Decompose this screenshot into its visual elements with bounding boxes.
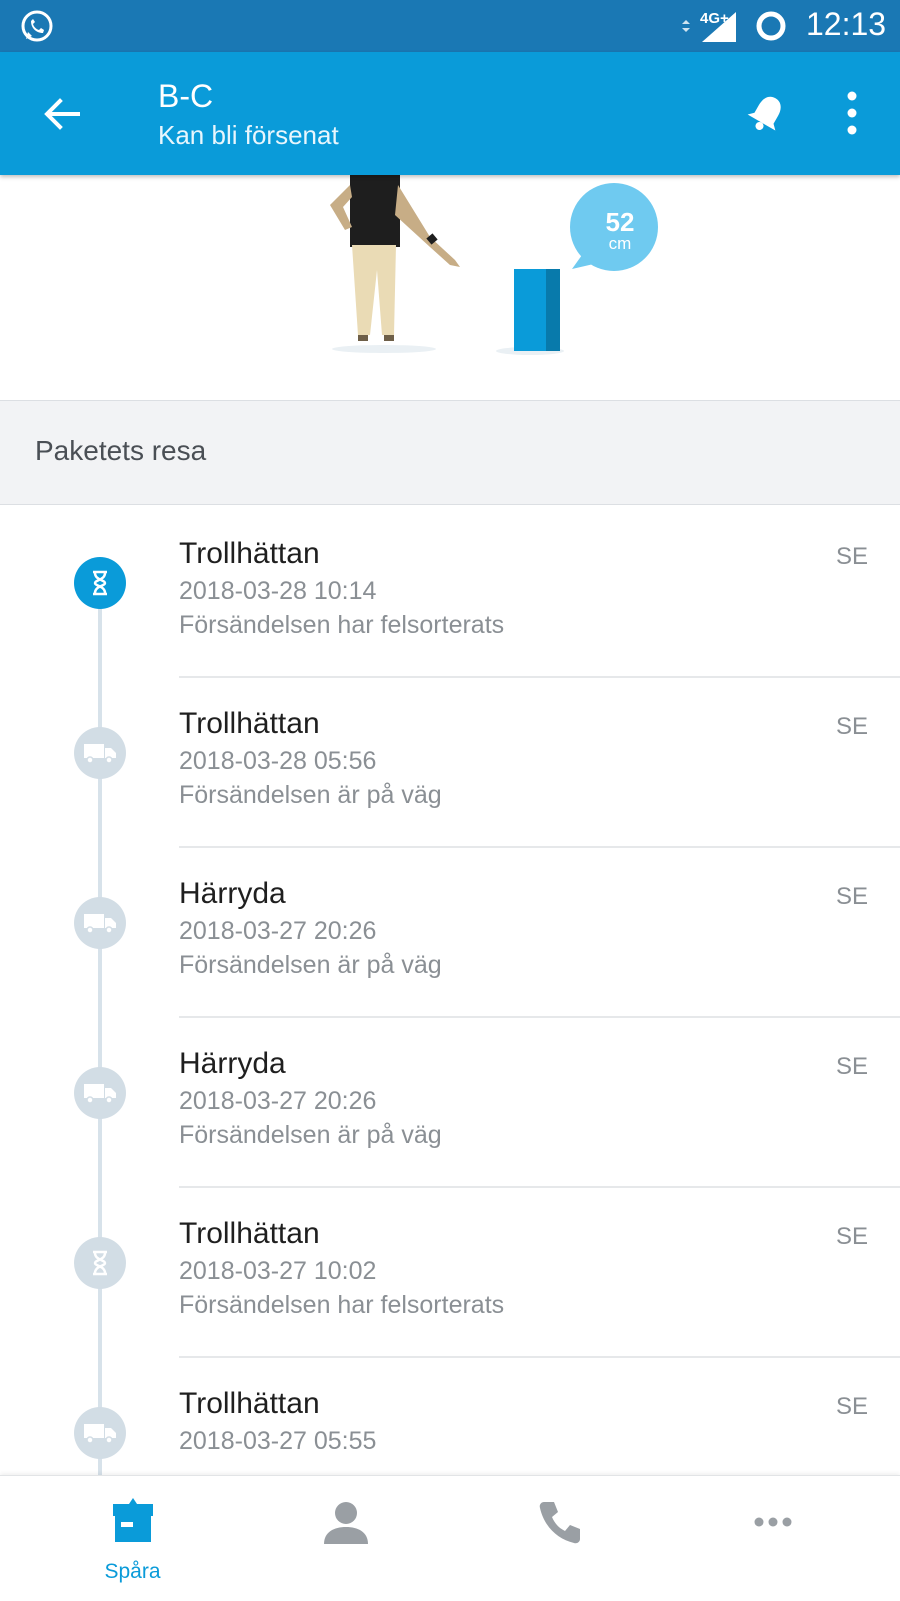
bell-icon[interactable]	[736, 82, 799, 145]
section-header: Paketets resa	[0, 401, 900, 505]
app-bar: B-C Kan bli försenat	[0, 52, 900, 175]
event-place: Härryda	[179, 1047, 286, 1080]
event-country: SE	[835, 543, 868, 570]
event-place: Trollhättan	[179, 1217, 320, 1250]
timeline-event[interactable]: Härryda 2018-03-27 20:26 Försändelsen är…	[0, 1015, 900, 1188]
event-country: SE	[835, 1223, 868, 1250]
hourglass-icon	[93, 1250, 107, 1276]
event-time: 2018-03-28 05:56	[179, 747, 377, 775]
timeline-event[interactable]: Trollhättan 2018-03-27 10:02 Försändelse…	[0, 1185, 900, 1358]
nav-item-track[interactable]: Spåra	[20, 1476, 245, 1601]
event-country: SE	[835, 713, 868, 740]
truck-icon	[84, 1424, 116, 1444]
event-description: Försändelsen är på väg	[179, 1121, 442, 1149]
page-title: B-C	[158, 78, 214, 114]
tracking-timeline[interactable]: Trollhättan 2018-03-28 10:14 Försändelse…	[0, 505, 900, 1475]
nav-label-track: Spåra	[104, 1560, 161, 1583]
event-place: Härryda	[179, 877, 286, 910]
size-value: 52	[605, 207, 635, 237]
more-vert-icon[interactable]	[840, 88, 864, 138]
event-description: Försändelsen har felsorterats	[179, 1291, 505, 1319]
truck-icon	[84, 744, 116, 764]
status-bar: 4G+ 12:13	[0, 0, 900, 52]
truck-icon	[84, 914, 116, 934]
phone-icon	[539, 1502, 580, 1544]
truck-icon	[84, 1084, 116, 1104]
section-title: Paketets resa	[35, 435, 207, 466]
bottom-navigation: Spåra	[0, 1475, 900, 1601]
person-icon	[323, 1502, 368, 1544]
event-place: Trollhättan	[179, 1387, 320, 1420]
clock: 12:13	[806, 6, 887, 42]
timeline-event[interactable]: Trollhättan 2018-03-28 10:14 Försändelse…	[0, 505, 900, 678]
battery-icon	[756, 11, 786, 41]
size-bubble: 52 cm	[592, 209, 648, 253]
event-status-dot	[74, 897, 126, 949]
more-horiz-icon	[754, 1517, 791, 1527]
page-subtitle: Kan bli försenat	[158, 120, 339, 150]
hourglass-icon	[93, 570, 107, 596]
event-time: 2018-03-28 10:14	[179, 577, 377, 605]
timeline-event[interactable]: Trollhättan 2018-03-27 05:55 SE	[0, 1355, 900, 1475]
event-status-dot	[74, 1237, 126, 1289]
size-unit: cm	[608, 234, 632, 253]
event-status-dot	[74, 727, 126, 779]
timeline-event[interactable]: Härryda 2018-03-27 20:26 Försändelsen är…	[0, 845, 900, 1018]
event-time: 2018-03-27 05:55	[179, 1427, 377, 1455]
event-description: Försändelsen är på väg	[179, 781, 442, 809]
event-country: SE	[835, 1053, 868, 1080]
event-status-dot	[74, 1067, 126, 1119]
nav-item-more[interactable]	[660, 1476, 885, 1601]
event-description: Försändelsen har felsorterats	[179, 611, 505, 639]
event-description: Försändelsen är på väg	[179, 951, 442, 979]
event-country: SE	[835, 883, 868, 910]
event-place: Trollhättan	[179, 707, 320, 740]
signal-icon	[682, 12, 736, 42]
event-time: 2018-03-27 10:02	[179, 1257, 377, 1285]
whatsapp-icon	[21, 10, 53, 42]
event-place: Trollhättan	[179, 537, 320, 570]
package-icon	[112, 1498, 153, 1542]
timeline-event[interactable]: Trollhättan 2018-03-28 05:56 Försändelse…	[0, 675, 900, 848]
event-country: SE	[835, 1393, 868, 1420]
nav-item-contact[interactable]	[447, 1476, 672, 1601]
event-time: 2018-03-27 20:26	[179, 1087, 377, 1115]
back-arrow-icon[interactable]	[38, 90, 86, 138]
nav-item-profile[interactable]	[233, 1476, 458, 1601]
event-time: 2018-03-27 20:26	[179, 917, 377, 945]
event-status-dot	[74, 557, 126, 609]
event-status-dot	[74, 1407, 126, 1459]
person-measuring-illustration	[330, 175, 658, 355]
parcel-illustration: 52 cm	[0, 175, 900, 401]
